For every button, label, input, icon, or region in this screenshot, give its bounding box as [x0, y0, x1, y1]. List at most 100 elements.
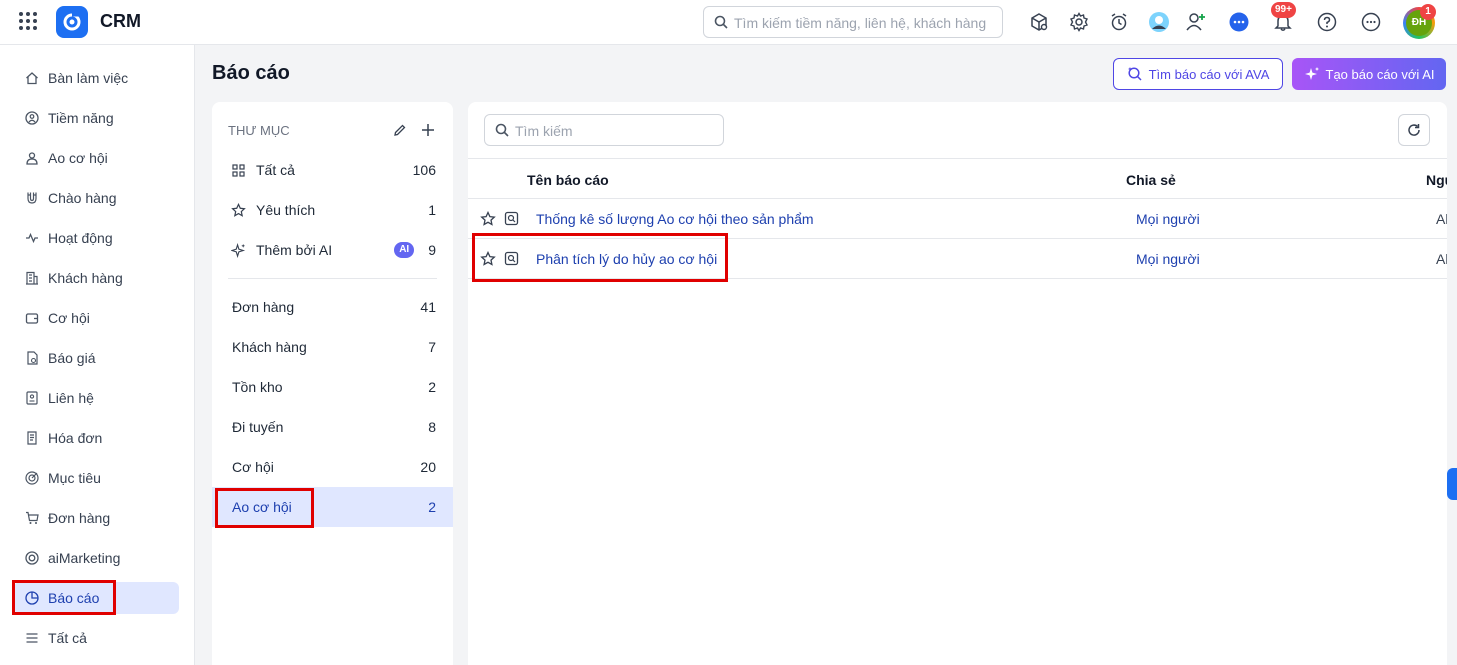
package-search-icon[interactable]: [1027, 10, 1051, 34]
column-header-owner[interactable]: Ngư: [1426, 172, 1447, 188]
report-search[interactable]: [484, 114, 724, 146]
star-icon[interactable]: [480, 210, 496, 227]
folder-routes[interactable]: Đi tuyến 8: [212, 407, 453, 447]
reports-panel: Tên báo cáo Chia sẻ Ngư Thống kê số lượn…: [468, 102, 1447, 665]
folder-count: 1: [428, 202, 436, 218]
target-user-icon: [24, 110, 40, 126]
home-icon: [24, 70, 40, 86]
sidebar-item-leads[interactable]: Tiềm năng: [14, 102, 179, 134]
sidebar-item-quotes[interactable]: Báo giá: [14, 342, 179, 374]
more-icon[interactable]: [1359, 10, 1383, 34]
sidebar-item-label: Bàn làm việc: [48, 70, 129, 86]
refresh-button[interactable]: [1398, 114, 1430, 146]
column-header-share[interactable]: Chia sẻ: [1126, 172, 1176, 188]
sidebar-item-label: Chào hàng: [48, 190, 117, 206]
edit-folder-icon[interactable]: [392, 122, 408, 138]
global-search-input[interactable]: [734, 13, 996, 33]
add-folder-icon[interactable]: [420, 122, 436, 138]
folder-divider: [228, 278, 437, 279]
ai-badge: AI: [394, 242, 415, 258]
building-icon: [24, 270, 40, 286]
folder-label: Cơ hội: [232, 459, 274, 475]
top-bar: CRM 99+ ĐH 1: [0, 0, 1457, 45]
gear-icon[interactable]: [1067, 10, 1091, 34]
report-icon: [504, 211, 520, 227]
table-header: Tên báo cáo Chia sẻ Ngư: [468, 158, 1447, 199]
folder-label: Đơn hàng: [232, 299, 295, 315]
page-title: Báo cáo: [212, 62, 290, 84]
app-title: CRM: [100, 11, 141, 31]
goal-icon: [24, 470, 40, 486]
report-search-input[interactable]: [515, 121, 715, 141]
highlight-box-folder: [215, 488, 314, 528]
sidebar-item-label: Tất cả: [48, 630, 87, 646]
user-avatar-icon[interactable]: [1147, 10, 1171, 34]
sidebar-item-label: Hoạt động: [48, 230, 113, 246]
column-header-name[interactable]: Tên báo cáo: [527, 172, 609, 188]
folder-orders[interactable]: Đơn hàng 41: [212, 287, 453, 327]
refresh-icon: [1408, 124, 1420, 136]
folder-label: Khách hàng: [232, 339, 307, 355]
sidebar-item-offers[interactable]: Chào hàng: [14, 182, 179, 214]
add-user-icon[interactable]: [1184, 10, 1208, 34]
folder-label: Đi tuyến: [232, 419, 284, 435]
create-report-ai-button[interactable]: Tạo báo cáo với AI: [1292, 58, 1446, 90]
chat-icon[interactable]: [1227, 10, 1251, 34]
report-name-link[interactable]: Thống kê số lượng Ao cơ hội theo sản phẩ…: [536, 211, 814, 227]
sidebar-item-all[interactable]: Tất cả: [14, 622, 179, 654]
activity-icon: [24, 230, 40, 246]
sidebar-item-customers[interactable]: Khách hàng: [14, 262, 179, 294]
create-report-ai-label: Tạo báo cáo với AI: [1325, 66, 1435, 82]
find-report-ava-button[interactable]: Tìm báo cáo với AVA: [1113, 58, 1283, 90]
sidebar-item-orders[interactable]: Đơn hàng: [14, 502, 179, 534]
grid-icon: [230, 162, 246, 178]
receipt-icon: [24, 430, 40, 446]
folder-count: 20: [420, 459, 436, 475]
sidebar-item-label: Khách hàng: [48, 270, 123, 286]
sidebar-item-label: Đơn hàng: [48, 510, 111, 526]
app-grid-icon[interactable]: [19, 12, 37, 30]
folder-label: Yêu thích: [256, 202, 316, 218]
sparkles-icon: [230, 242, 246, 258]
folder-opportunities[interactable]: Cơ hội 20: [212, 447, 453, 487]
folder-count: 41: [420, 299, 436, 315]
search-icon: [495, 123, 509, 137]
report-owner: Al: [1436, 211, 1447, 227]
sidebar-item-label: Cơ hội: [48, 310, 90, 326]
folder-count: 9: [428, 242, 436, 258]
folder-panel-title: THƯ MỤC: [228, 123, 290, 138]
contact-card-icon: [24, 390, 40, 406]
find-report-ava-label: Tìm báo cáo với AVA: [1148, 66, 1270, 82]
folder-all[interactable]: Tất cả 106: [212, 150, 453, 190]
folder-count: 2: [428, 499, 436, 515]
folder-panel: THƯ MỤC Tất cả 106 Yêu thích 1 Thêm bởi …: [212, 102, 453, 665]
sidebar-item-opportunities[interactable]: Cơ hội: [14, 302, 179, 334]
collapse-handle[interactable]: [1447, 468, 1457, 500]
folder-inventory[interactable]: Tồn kho 2: [212, 367, 453, 407]
folder-favorites[interactable]: Yêu thích 1: [212, 190, 453, 230]
sidebar-item-opportunity-pool[interactable]: Ao cơ hội: [14, 142, 179, 174]
sidebar-item-goals[interactable]: Mục tiêu: [14, 462, 179, 494]
sidebar-item-label: Hóa đơn: [48, 430, 103, 446]
help-icon[interactable]: [1315, 10, 1339, 34]
magnet-icon: [24, 190, 40, 206]
sidebar-item-aimarketing[interactable]: aiMarketing: [14, 542, 179, 574]
cart-icon: [24, 510, 40, 526]
folder-count: 8: [428, 419, 436, 435]
menu-icon: [24, 630, 40, 646]
alarm-clock-icon[interactable]: [1107, 10, 1131, 34]
report-owner: Al: [1436, 251, 1447, 267]
file-dollar-icon: [24, 350, 40, 366]
ai-marketing-icon: [24, 550, 40, 566]
sidebar-item-activities[interactable]: Hoạt động: [14, 222, 179, 254]
sidebar-item-invoices[interactable]: Hóa đơn: [14, 422, 179, 454]
sidebar-item-contacts[interactable]: Liên hệ: [14, 382, 179, 414]
users-icon: [24, 150, 40, 166]
global-search[interactable]: [703, 6, 1003, 38]
folder-customers[interactable]: Khách hàng 7: [212, 327, 453, 367]
folder-count: 7: [428, 339, 436, 355]
crm-logo[interactable]: [56, 6, 88, 38]
sidebar-item-workspace[interactable]: Bàn làm việc: [14, 62, 179, 94]
wallet-icon: [24, 310, 40, 326]
folder-added-by-ai[interactable]: Thêm bởi AI AI 9: [212, 230, 453, 270]
